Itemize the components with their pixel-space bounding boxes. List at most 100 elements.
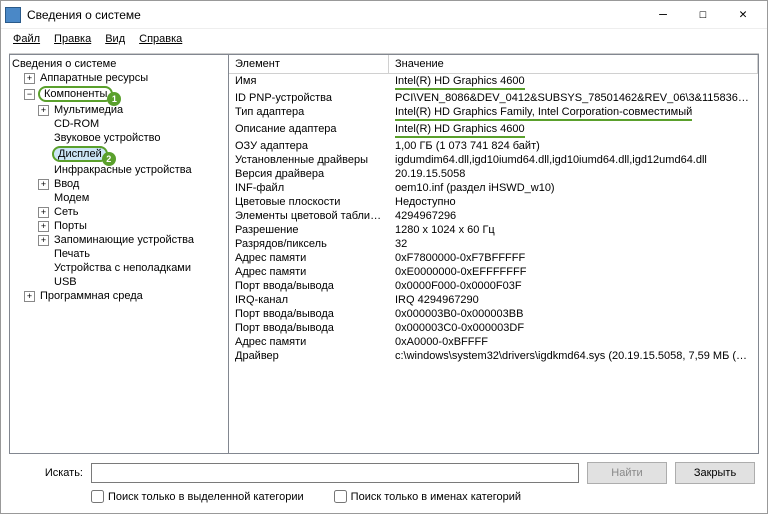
detail-key: Тип адаптера [229, 105, 389, 122]
check-category-only[interactable]: Поиск только в выделенной категории [91, 490, 304, 503]
tree-components[interactable]: −Компоненты1 [10, 85, 228, 103]
detail-row[interactable]: Адрес памяти0xF7800000-0xF7BFFFFF [229, 251, 758, 265]
window-title: Сведения о системе [27, 8, 643, 22]
expand-icon[interactable]: + [38, 105, 49, 116]
column-value[interactable]: Значение [389, 55, 758, 73]
find-button[interactable]: Найти [587, 462, 667, 484]
detail-row[interactable]: Цветовые плоскостиНедоступно [229, 195, 758, 209]
detail-value: IRQ 4294967290 [389, 293, 758, 307]
detail-row[interactable]: ИмяIntel(R) HD Graphics 4600 [229, 74, 758, 91]
detail-value: 0x000003C0-0x000003DF [389, 321, 758, 335]
detail-row[interactable]: IRQ-каналIRQ 4294967290 [229, 293, 758, 307]
detail-value: Intel(R) HD Graphics 4600 [389, 122, 758, 139]
detail-value: 20.19.15.5058 [389, 167, 758, 181]
tree-modem[interactable]: Модем [10, 191, 228, 205]
titlebar: Сведения о системе — ☐ ✕ [1, 1, 767, 29]
detail-row[interactable]: Адрес памяти0xA0000-0xBFFFF [229, 335, 758, 349]
tree-hardware[interactable]: +Аппаратные ресурсы [10, 71, 228, 85]
detail-key: ID PNP-устройства [229, 91, 389, 105]
detail-header: Элемент Значение [229, 55, 758, 74]
maximize-button[interactable]: ☐ [683, 3, 723, 27]
detail-value: c:\windows\system32\drivers\igdkmd64.sys… [389, 349, 758, 363]
search-input[interactable] [91, 463, 579, 483]
detail-key: Адрес памяти [229, 251, 389, 265]
menu-view[interactable]: Вид [99, 31, 131, 47]
detail-row[interactable]: Описание адаптераIntel(R) HD Graphics 46… [229, 122, 758, 139]
detail-value: oem10.inf (раздел iHSWD_w10) [389, 181, 758, 195]
expand-icon[interactable]: + [38, 179, 49, 190]
close-dialog-button[interactable]: Закрыть [675, 462, 755, 484]
tree-network[interactable]: +Сеть [10, 205, 228, 219]
tree-infrared[interactable]: Инфракрасные устройства [10, 163, 228, 177]
detail-body[interactable]: ИмяIntel(R) HD Graphics 4600ID PNP-устро… [229, 74, 758, 453]
expand-icon[interactable]: + [24, 73, 35, 84]
close-button[interactable]: ✕ [723, 3, 763, 27]
tree-root[interactable]: Сведения о системе [10, 57, 228, 71]
tree-print[interactable]: Печать [10, 247, 228, 261]
detail-row[interactable]: Порт ввода/вывода0x000003B0-0x000003BB [229, 307, 758, 321]
collapse-icon[interactable]: − [24, 89, 35, 100]
expand-icon[interactable]: + [38, 235, 49, 246]
detail-key: Имя [229, 74, 389, 91]
detail-row[interactable]: ОЗУ адаптера1,00 ГБ (1 073 741 824 байт) [229, 139, 758, 153]
tree-sound[interactable]: Звуковое устройство [10, 131, 228, 145]
detail-row[interactable]: INF-файлoem10.inf (раздел iHSWD_w10) [229, 181, 758, 195]
detail-key: INF-файл [229, 181, 389, 195]
check-category-only-box[interactable] [91, 490, 104, 503]
detail-key: Порт ввода/вывода [229, 307, 389, 321]
detail-row[interactable]: ID PNP-устройстваPCI\VEN_8086&DEV_0412&S… [229, 91, 758, 105]
detail-key: Элементы цветовой таблицы [229, 209, 389, 223]
detail-row[interactable]: Разрешение1280 x 1024 x 60 Гц [229, 223, 758, 237]
menu-edit[interactable]: Правка [48, 31, 97, 47]
detail-key: Порт ввода/вывода [229, 321, 389, 335]
tree-multimedia[interactable]: +Мультимедиа [10, 103, 228, 117]
detail-key: Адрес памяти [229, 335, 389, 349]
detail-key: Драйвер [229, 349, 389, 363]
tree-pane[interactable]: Сведения о системе +Аппаратные ресурсы −… [9, 54, 229, 454]
tree-usb[interactable]: USB [10, 275, 228, 289]
detail-key: Адрес памяти [229, 265, 389, 279]
detail-value: igdumdim64.dll,igd10iumd64.dll,igd10iumd… [389, 153, 758, 167]
detail-row[interactable]: Тип адаптераIntel(R) HD Graphics Family,… [229, 105, 758, 122]
detail-value: PCI\VEN_8086&DEV_0412&SUBSYS_78501462&RE… [389, 91, 758, 105]
expand-icon[interactable]: + [38, 207, 49, 218]
tree-cdrom[interactable]: CD-ROM [10, 117, 228, 131]
detail-key: IRQ-канал [229, 293, 389, 307]
detail-value: 4294967296 [389, 209, 758, 223]
detail-row[interactable]: Драйверc:\windows\system32\drivers\igdkm… [229, 349, 758, 363]
detail-row[interactable]: Элементы цветовой таблицы4294967296 [229, 209, 758, 223]
detail-key: Установленные драйверы [229, 153, 389, 167]
app-icon [5, 7, 21, 23]
tree-ports[interactable]: +Порты [10, 219, 228, 233]
detail-value: 1280 x 1024 x 60 Гц [389, 223, 758, 237]
detail-pane: Элемент Значение ИмяIntel(R) HD Graphics… [229, 54, 759, 454]
minimize-button[interactable]: — [643, 3, 683, 27]
detail-key: Цветовые плоскости [229, 195, 389, 209]
footer: Искать: Найти Закрыть Поиск только в выд… [1, 454, 767, 513]
check-names-only[interactable]: Поиск только в именах категорий [334, 490, 521, 503]
tree-software[interactable]: +Программная среда [10, 289, 228, 303]
detail-key: Описание адаптера [229, 122, 389, 139]
detail-row[interactable]: Версия драйвера20.19.15.5058 [229, 167, 758, 181]
tree-storage[interactable]: +Запоминающие устройства [10, 233, 228, 247]
detail-row[interactable]: Установленные драйверыigdumdim64.dll,igd… [229, 153, 758, 167]
expand-icon[interactable]: + [38, 221, 49, 232]
detail-row[interactable]: Порт ввода/вывода0x0000F000-0x0000F03F [229, 279, 758, 293]
tree-input[interactable]: +Ввод [10, 177, 228, 191]
menu-help[interactable]: Справка [133, 31, 188, 47]
detail-value: Intel(R) HD Graphics 4600 [389, 74, 758, 91]
menu-file[interactable]: Файл [7, 31, 46, 47]
menubar: Файл Правка Вид Справка [1, 29, 767, 49]
detail-row[interactable]: Порт ввода/вывода0x000003C0-0x000003DF [229, 321, 758, 335]
detail-row[interactable]: Разрядов/пиксель32 [229, 237, 758, 251]
detail-value: 0xF7800000-0xF7BFFFFF [389, 251, 758, 265]
detail-value: 1,00 ГБ (1 073 741 824 байт) [389, 139, 758, 153]
expand-icon[interactable]: + [24, 291, 35, 302]
tree-display[interactable]: Дисплей2 [10, 145, 228, 163]
search-label: Искать: [13, 467, 83, 479]
check-names-only-box[interactable] [334, 490, 347, 503]
detail-key: Разрешение [229, 223, 389, 237]
tree-problem-devices[interactable]: Устройства с неполадками [10, 261, 228, 275]
column-element[interactable]: Элемент [229, 55, 389, 73]
detail-row[interactable]: Адрес памяти0xE0000000-0xEFFFFFFF [229, 265, 758, 279]
